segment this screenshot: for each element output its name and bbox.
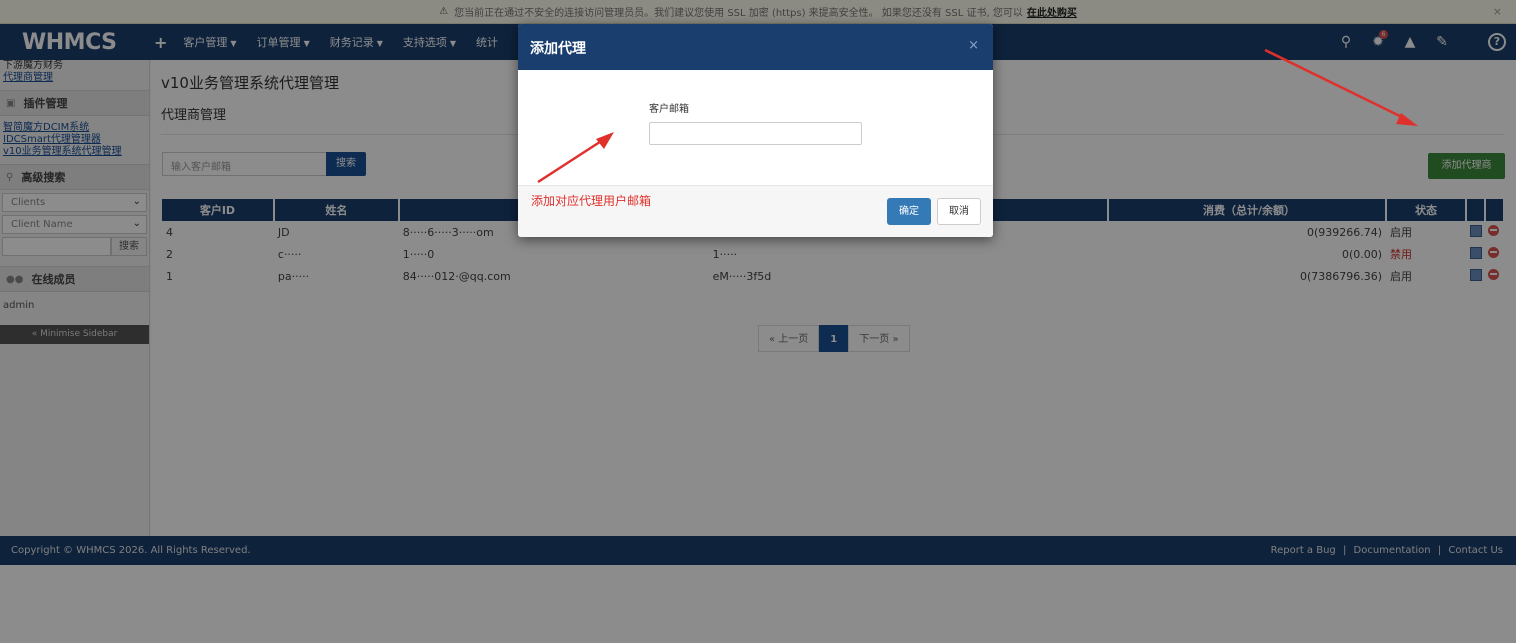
modal-header: 添加代理 × <box>518 24 993 70</box>
annotation-text: 添加对应代理用户邮箱 <box>531 194 652 208</box>
add-agent-modal: 添加代理 × 客户邮箱 添加对应代理用户邮箱 确定 取消 <box>518 24 993 237</box>
client-email-label: 客户邮箱 <box>649 104 689 115</box>
close-icon[interactable]: × <box>968 38 979 53</box>
client-email-input[interactable] <box>649 122 862 145</box>
modal-footer: 添加对应代理用户邮箱 确定 取消 <box>518 185 993 237</box>
confirm-button[interactable]: 确定 <box>887 198 931 225</box>
modal-title: 添加代理 <box>530 41 586 57</box>
modal-body: 客户邮箱 <box>518 70 993 185</box>
cancel-button[interactable]: 取消 <box>937 198 981 225</box>
